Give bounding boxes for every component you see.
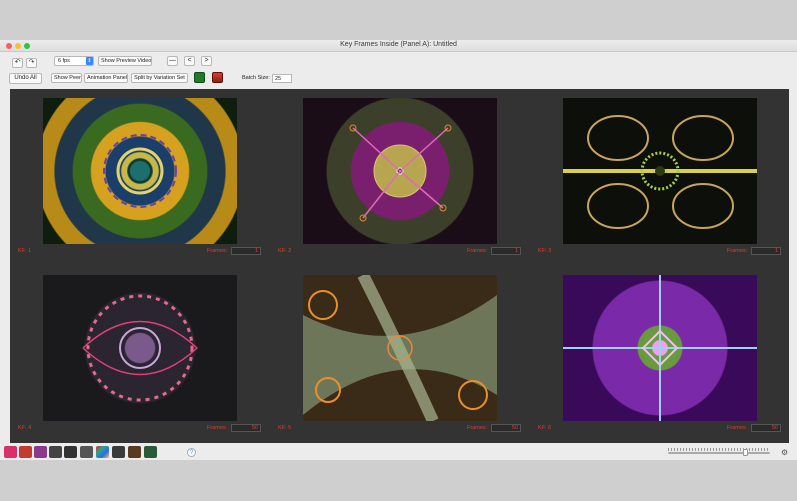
key-frame-label: KF: 6	[538, 425, 552, 431]
info-icon[interactable]	[64, 446, 77, 458]
show-preview-video-button[interactable]: Show Preview Video	[98, 56, 152, 66]
frames-label: Frames:	[467, 248, 488, 254]
palette-icon[interactable]	[96, 446, 109, 458]
key-frame-label: KF: 5	[278, 425, 292, 431]
toolbar: ↶ ↷ Undo All 6 fps ⇕ Show Preview Video …	[0, 52, 797, 88]
fps-select-value: 6 fps	[58, 58, 70, 64]
home-icon[interactable]	[4, 446, 17, 458]
fps-select[interactable]: 6 fps ⇕	[54, 56, 94, 66]
eye-icon[interactable]	[49, 446, 62, 458]
film-strip-icon[interactable]	[194, 72, 205, 83]
key-frame-thumbnail-2[interactable]	[303, 98, 497, 244]
zoom-slider[interactable]	[668, 452, 770, 454]
key-frames-panel: KF: 1 Frames: 1 KF: 2 Frames: 1 KF: 3 Fr…	[10, 89, 789, 443]
fractal-image	[563, 115, 757, 229]
key-frame-thumbnail-4[interactable]	[43, 275, 237, 421]
frames-input[interactable]: 1	[751, 247, 781, 255]
redo-icon[interactable]: ↷	[26, 58, 37, 68]
frames-input[interactable]: 50	[231, 424, 261, 432]
frames-input[interactable]: 50	[491, 424, 521, 432]
title-bar: Key Frames Inside (Panel A): Untitled	[0, 40, 797, 52]
key-frame-thumbnail-5[interactable]	[303, 275, 497, 421]
split-by-variation-set-button[interactable]: Split by Variation Set	[131, 73, 188, 83]
key-frame-thumbnail-3[interactable]	[563, 98, 757, 244]
fractal-image	[82, 294, 199, 402]
panels-icon[interactable]	[34, 446, 47, 458]
stack-icon[interactable]	[212, 72, 223, 83]
fractal-image	[563, 275, 757, 421]
show-peer-button[interactable]: Show Peer	[51, 73, 82, 83]
key-frame-label: KF: 1	[18, 248, 32, 254]
fractal-image	[349, 124, 452, 222]
app-window: Key Frames Inside (Panel A): Untitled ↶ …	[0, 40, 797, 460]
batch-size-input[interactable]: 25	[272, 74, 292, 83]
fractal-image	[103, 134, 177, 208]
minus-button[interactable]: —	[167, 56, 178, 66]
animation-panel-button[interactable]: Animation Panel	[84, 73, 128, 83]
frames-label: Frames:	[727, 425, 748, 431]
frames-input[interactable]: 1	[491, 247, 521, 255]
frames-input[interactable]: 1	[231, 247, 261, 255]
frames-label: Frames:	[727, 248, 748, 254]
star-badge-icon[interactable]	[128, 446, 141, 458]
status-bar: ? ⚙	[0, 443, 797, 460]
frames-input[interactable]: 50	[751, 424, 781, 432]
gear-icon[interactable]: ⚙	[781, 448, 788, 457]
key-frame-thumbnail-1[interactable]	[43, 98, 237, 244]
desktop-background	[0, 0, 797, 40]
star-icon[interactable]	[112, 446, 125, 458]
grid-icon[interactable]	[19, 446, 32, 458]
frames-label: Frames:	[207, 248, 228, 254]
next-button[interactable]: >	[201, 56, 212, 66]
key-frame-thumbnail-6[interactable]	[563, 275, 757, 421]
frames-label: Frames:	[207, 425, 228, 431]
zoom-slider-ticks	[668, 448, 770, 451]
key-frame-label: KF: 3	[538, 248, 552, 254]
chevron-updown-icon: ⇕	[86, 57, 93, 65]
export-icon[interactable]	[144, 446, 157, 458]
undo-all-button[interactable]: Undo All	[9, 73, 42, 84]
key-frame-label: KF: 2	[278, 248, 292, 254]
key-frame-label: KF: 4	[18, 425, 32, 431]
fractal-image	[303, 275, 497, 421]
zoom-slider-knob[interactable]	[742, 449, 748, 456]
desktop-background-bottom	[0, 460, 797, 501]
frames-label: Frames:	[467, 425, 488, 431]
undo-icon[interactable]: ↶	[12, 58, 23, 68]
text-icon[interactable]	[80, 446, 93, 458]
previous-button[interactable]: <	[184, 56, 195, 66]
batch-size-label: Batch Size:	[242, 75, 270, 81]
help-button[interactable]: ?	[187, 448, 196, 457]
window-title: Key Frames Inside (Panel A): Untitled	[340, 41, 457, 48]
